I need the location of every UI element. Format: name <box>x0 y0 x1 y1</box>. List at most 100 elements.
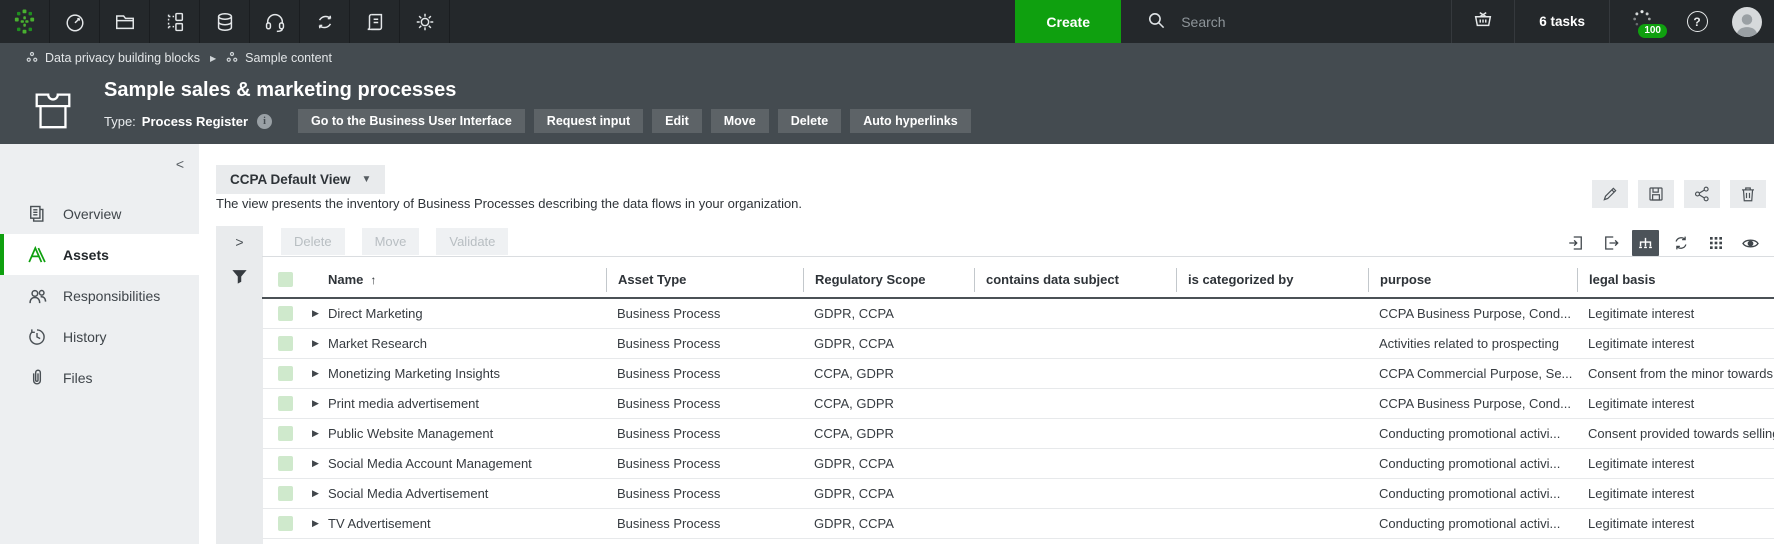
import-button[interactable] <box>1562 230 1589 256</box>
column-header-contains-data-subject[interactable]: contains data subject <box>974 268 1176 292</box>
row-checkbox[interactable] <box>278 396 293 411</box>
cell-legal-basis: Legitimate interest <box>1577 336 1774 351</box>
expand-caret-icon[interactable]: ▶ <box>312 368 328 379</box>
header-action-button[interactable]: Request input <box>534 109 643 133</box>
table-row[interactable]: ▶ Print media advertisement Business Pro… <box>262 389 1774 419</box>
headset-icon[interactable] <box>250 0 300 43</box>
info-icon[interactable]: i <box>257 114 272 129</box>
swap-arrows-icon[interactable] <box>300 0 350 43</box>
sidebar-item-overview[interactable]: Overview <box>0 193 199 234</box>
search-input[interactable]: Search <box>1121 0 1451 43</box>
help-button[interactable]: ? <box>1674 0 1720 43</box>
notifications-button[interactable]: 100 <box>1610 0 1674 43</box>
row-checkbox[interactable] <box>278 426 293 441</box>
column-header-regulatory-scope[interactable]: Regulatory Scope <box>803 268 974 292</box>
logo-icon[interactable] <box>0 0 50 43</box>
sidebar-item-assets[interactable]: Assets <box>0 234 199 275</box>
avatar[interactable] <box>1720 0 1774 43</box>
expand-caret-icon[interactable]: ▶ <box>312 428 328 439</box>
filter-button[interactable] <box>230 267 249 291</box>
asset-name-link[interactable]: Direct Marketing <box>328 306 423 321</box>
cell-regulatory-scope: GDPR, CCPA <box>803 486 974 501</box>
edit-view-button[interactable] <box>1592 180 1628 208</box>
breadcrumb-label: Data privacy building blocks <box>45 51 200 65</box>
scroll-icon[interactable] <box>350 0 400 43</box>
row-checkbox[interactable] <box>278 306 293 321</box>
refresh-button[interactable] <box>1667 230 1694 256</box>
table-body: ▶ Direct Marketing Business Process GDPR… <box>262 299 1774 539</box>
gear-icon[interactable] <box>400 0 450 43</box>
database-icon[interactable] <box>200 0 250 43</box>
expand-caret-icon[interactable]: ▶ <box>312 308 328 319</box>
sidebar-item-history[interactable]: History <box>0 316 199 357</box>
row-checkbox[interactable] <box>278 366 293 381</box>
column-header-asset-type[interactable]: Asset Type <box>606 268 803 292</box>
create-button[interactable]: Create <box>1015 0 1121 43</box>
basket-icon <box>1472 8 1494 35</box>
export-button[interactable] <box>1597 230 1624 256</box>
asset-name-link[interactable]: Public Website Management <box>328 426 493 441</box>
basket-button[interactable] <box>1452 0 1514 43</box>
cell-name: ▶ Market Research <box>262 336 606 351</box>
app-window: Create Search 6 tasks 100 <box>0 0 1774 544</box>
asset-name-link[interactable]: Monetizing Marketing Insights <box>328 366 500 381</box>
table-row[interactable]: ▶ TV Advertisement Business Process GDPR… <box>262 509 1774 539</box>
sidebar-nav: Overview Assets Responsibilities History… <box>0 193 199 398</box>
row-checkbox[interactable] <box>278 516 293 531</box>
folder-icon[interactable] <box>100 0 150 43</box>
row-checkbox[interactable] <box>278 456 293 471</box>
asset-name-link[interactable]: Market Research <box>328 336 427 351</box>
grid-view-button[interactable] <box>1702 230 1729 256</box>
hierarchy-view-button[interactable] <box>1632 230 1659 256</box>
asset-name-link[interactable]: Social Media Advertisement <box>328 486 488 501</box>
table-row[interactable]: ▶ Market Research Business Process GDPR,… <box>262 329 1774 359</box>
row-checkbox[interactable] <box>278 486 293 501</box>
bulk-action-button[interactable]: Validate <box>436 228 508 255</box>
gauge-icon[interactable] <box>50 0 100 43</box>
expand-panel-button[interactable]: > <box>216 234 263 250</box>
type-value: Process Register <box>142 114 248 129</box>
column-header-legal-basis[interactable]: legal basis <box>1577 268 1774 292</box>
expand-caret-icon[interactable]: ▶ <box>312 518 328 529</box>
view-selector-dropdown[interactable]: CCPA Default View ▼ <box>216 165 385 194</box>
bulk-action-button[interactable]: Move <box>362 228 420 255</box>
asset-name-link[interactable]: Social Media Account Management <box>328 456 532 471</box>
header-action-button[interactable]: Delete <box>778 109 842 133</box>
bulk-action-button[interactable]: Delete <box>281 228 345 255</box>
expand-caret-icon[interactable]: ▶ <box>312 458 328 469</box>
trash-icon <box>1739 185 1757 203</box>
asset-name-link[interactable]: TV Advertisement <box>328 516 431 531</box>
collapse-sidebar-button[interactable]: < <box>176 157 184 171</box>
cell-asset-type: Business Process <box>606 426 803 441</box>
header-action-button[interactable]: Move <box>711 109 769 133</box>
table-row[interactable]: ▶ Public Website Management Business Pro… <box>262 419 1774 449</box>
flow-icon[interactable] <box>150 0 200 43</box>
table-row[interactable]: ▶ Social Media Account Management Busine… <box>262 449 1774 479</box>
expand-caret-icon[interactable]: ▶ <box>312 338 328 349</box>
share-view-button[interactable] <box>1684 180 1720 208</box>
sort-asc-icon[interactable]: ↑ <box>370 268 376 292</box>
table-row[interactable]: ▶ Monetizing Marketing Insights Business… <box>262 359 1774 389</box>
row-checkbox[interactable] <box>278 336 293 351</box>
table-row[interactable]: ▶ Social Media Advertisement Business Pr… <box>262 479 1774 509</box>
header-action-button[interactable]: Go to the Business User Interface <box>298 109 525 133</box>
breadcrumb-item-community[interactable]: Data privacy building blocks <box>26 51 200 66</box>
column-header-is-categorized-by[interactable]: is categorized by <box>1176 268 1368 292</box>
header-action-button[interactable]: Auto hyperlinks <box>850 109 970 133</box>
column-header-name[interactable]: Name ↑ <box>262 262 606 297</box>
sidebar-item-files[interactable]: Files <box>0 357 199 398</box>
select-all-checkbox[interactable] <box>278 272 293 287</box>
header-action-button[interactable]: Edit <box>652 109 702 133</box>
column-header-purpose[interactable]: purpose <box>1368 268 1577 292</box>
table-row[interactable]: ▶ Direct Marketing Business Process GDPR… <box>262 299 1774 329</box>
breadcrumb-item-content[interactable]: Sample content <box>226 51 332 66</box>
expand-caret-icon[interactable]: ▶ <box>312 398 328 409</box>
save-view-button[interactable] <box>1638 180 1674 208</box>
delete-view-button[interactable] <box>1730 180 1766 208</box>
visibility-button[interactable] <box>1737 230 1764 256</box>
asset-name-link[interactable]: Print media advertisement <box>328 396 479 411</box>
hierarchy-icon <box>1637 235 1654 252</box>
expand-caret-icon[interactable]: ▶ <box>312 488 328 499</box>
tasks-button[interactable]: 6 tasks <box>1515 0 1609 43</box>
sidebar-item-responsibilities[interactable]: Responsibilities <box>0 275 199 316</box>
